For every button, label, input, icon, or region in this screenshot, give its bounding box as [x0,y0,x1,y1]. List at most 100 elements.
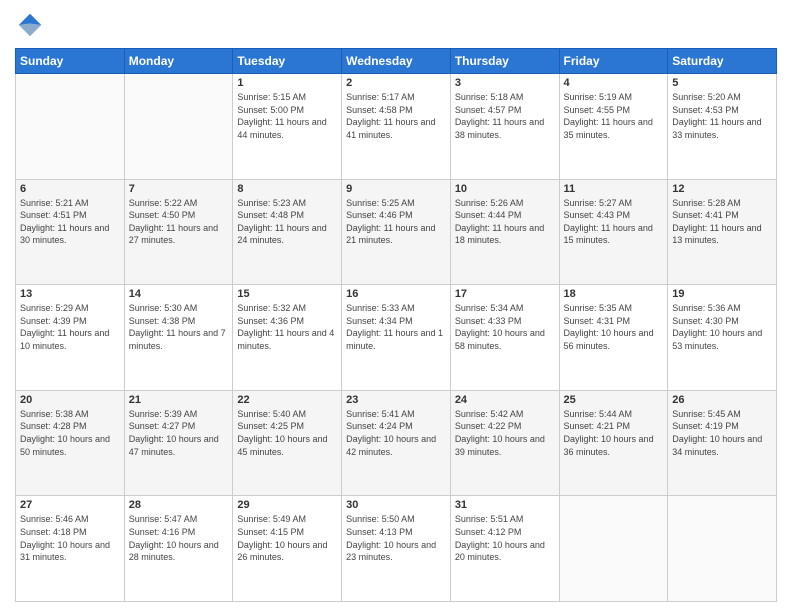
calendar-cell: 23 Sunrise: 5:41 AMSunset: 4:24 PMDayligh… [342,390,451,496]
calendar-cell: 1 Sunrise: 5:15 AMSunset: 5:00 PMDaylight… [233,74,342,180]
day-header-friday: Friday [559,49,668,74]
day-info: Sunrise: 5:46 AMSunset: 4:18 PMDaylight:… [20,513,120,563]
day-number: 11 [564,183,664,195]
day-info: Sunrise: 5:22 AMSunset: 4:50 PMDaylight:… [129,197,229,247]
day-header-wednesday: Wednesday [342,49,451,74]
calendar-cell [124,74,233,180]
day-header-thursday: Thursday [450,49,559,74]
calendar-cell: 10Sunrise: 5:26 AMSunset: 4:44 PMDayligh… [450,179,559,285]
day-info: Sunrise: 5:17 AMSunset: 4:58 PMDaylight:… [346,91,446,141]
calendar-cell: 11 Sunrise: 5:27 AMSunset: 4:43 PMDayligh… [559,179,668,285]
day-number: 6 [20,183,120,195]
day-number: 7 [129,183,229,195]
day-info: Sunrise: 5:40 AMSunset: 4:25 PMDaylight:… [237,408,337,458]
day-number: 9 [346,183,446,195]
calendar-week-4: 20 Sunrise: 5:38 AMSunset: 4:28 PMDayligh… [16,390,777,496]
day-number: 20 [20,394,120,406]
calendar-cell: 24 Sunrise: 5:42 AMSunset: 4:22 PMDayligh… [450,390,559,496]
calendar-cell: 5 Sunrise: 5:20 AMSunset: 4:53 PMDaylight… [668,74,777,180]
calendar-cell: 30 Sunrise: 5:50 AMSunset: 4:13 PMDayligh… [342,496,451,602]
day-number: 8 [237,183,337,195]
calendar-cell [16,74,125,180]
day-header-saturday: Saturday [668,49,777,74]
day-number: 26 [672,394,772,406]
day-info: Sunrise: 5:30 AMSunset: 4:38 PMDaylight:… [129,302,229,352]
calendar-cell: 31 Sunrise: 5:51 AMSunset: 4:12 PMDayligh… [450,496,559,602]
calendar-cell: 9 Sunrise: 5:25 AMSunset: 4:46 PMDaylight… [342,179,451,285]
day-info: Sunrise: 5:25 AMSunset: 4:46 PMDaylight:… [346,197,446,247]
day-number: 22 [237,394,337,406]
day-number: 12 [672,183,772,195]
calendar-cell: 22 Sunrise: 5:40 AMSunset: 4:25 PMDayligh… [233,390,342,496]
calendar-week-1: 1 Sunrise: 5:15 AMSunset: 5:00 PMDaylight… [16,74,777,180]
day-info: Sunrise: 5:35 AMSunset: 4:31 PMDaylight:… [564,302,664,352]
day-info: Sunrise: 5:32 AMSunset: 4:36 PMDaylight:… [237,302,337,352]
calendar-cell [559,496,668,602]
header [15,10,777,40]
day-info: Sunrise: 5:50 AMSunset: 4:13 PMDaylight:… [346,513,446,563]
day-header-tuesday: Tuesday [233,49,342,74]
calendar-cell: 8 Sunrise: 5:23 AMSunset: 4:48 PMDaylight… [233,179,342,285]
day-number: 29 [237,499,337,511]
day-number: 1 [237,77,337,89]
day-number: 23 [346,394,446,406]
calendar-cell: 16Sunrise: 5:33 AMSunset: 4:34 PMDayligh… [342,285,451,391]
day-info: Sunrise: 5:23 AMSunset: 4:48 PMDaylight:… [237,197,337,247]
logo [15,10,49,40]
day-info: Sunrise: 5:15 AMSunset: 5:00 PMDaylight:… [237,91,337,141]
day-number: 27 [20,499,120,511]
day-number: 21 [129,394,229,406]
day-info: Sunrise: 5:51 AMSunset: 4:12 PMDaylight:… [455,513,555,563]
day-info: Sunrise: 5:29 AMSunset: 4:39 PMDaylight:… [20,302,120,352]
day-number: 19 [672,288,772,300]
calendar-cell: 18 Sunrise: 5:35 AMSunset: 4:31 PMDayligh… [559,285,668,391]
day-number: 18 [564,288,664,300]
logo-icon [15,10,45,40]
calendar-table: SundayMondayTuesdayWednesdayThursdayFrid… [15,48,777,602]
day-info: Sunrise: 5:21 AMSunset: 4:51 PMDaylight:… [20,197,120,247]
day-info: Sunrise: 5:19 AMSunset: 4:55 PMDaylight:… [564,91,664,141]
day-info: Sunrise: 5:36 AMSunset: 4:30 PMDaylight:… [672,302,772,352]
day-number: 5 [672,77,772,89]
day-number: 15 [237,288,337,300]
day-info: Sunrise: 5:27 AMSunset: 4:43 PMDaylight:… [564,197,664,247]
day-info: Sunrise: 5:42 AMSunset: 4:22 PMDaylight:… [455,408,555,458]
day-number: 3 [455,77,555,89]
day-number: 25 [564,394,664,406]
day-number: 24 [455,394,555,406]
calendar-cell: 13 Sunrise: 5:29 AMSunset: 4:39 PMDayligh… [16,285,125,391]
day-info: Sunrise: 5:28 AMSunset: 4:41 PMDaylight:… [672,197,772,247]
day-info: Sunrise: 5:49 AMSunset: 4:15 PMDaylight:… [237,513,337,563]
day-info: Sunrise: 5:20 AMSunset: 4:53 PMDaylight:… [672,91,772,141]
calendar-week-2: 6 Sunrise: 5:21 AMSunset: 4:51 PMDaylight… [16,179,777,285]
day-info: Sunrise: 5:26 AMSunset: 4:44 PMDaylight:… [455,197,555,247]
calendar-cell: 2Sunrise: 5:17 AMSunset: 4:58 PMDaylight… [342,74,451,180]
calendar-cell: 7 Sunrise: 5:22 AMSunset: 4:50 PMDaylight… [124,179,233,285]
calendar-cell: 26Sunrise: 5:45 AMSunset: 4:19 PMDayligh… [668,390,777,496]
day-info: Sunrise: 5:38 AMSunset: 4:28 PMDaylight:… [20,408,120,458]
day-header-sunday: Sunday [16,49,125,74]
day-info: Sunrise: 5:39 AMSunset: 4:27 PMDaylight:… [129,408,229,458]
day-info: Sunrise: 5:18 AMSunset: 4:57 PMDaylight:… [455,91,555,141]
day-number: 30 [346,499,446,511]
calendar-cell: 6 Sunrise: 5:21 AMSunset: 4:51 PMDaylight… [16,179,125,285]
day-number: 28 [129,499,229,511]
calendar-cell: 15 Sunrise: 5:32 AMSunset: 4:36 PMDayligh… [233,285,342,391]
day-info: Sunrise: 5:33 AMSunset: 4:34 PMDaylight:… [346,302,446,352]
day-number: 17 [455,288,555,300]
day-number: 4 [564,77,664,89]
calendar-cell: 25 Sunrise: 5:44 AMSunset: 4:21 PMDayligh… [559,390,668,496]
day-number: 13 [20,288,120,300]
calendar-week-5: 27 Sunrise: 5:46 AMSunset: 4:18 PMDayligh… [16,496,777,602]
day-info: Sunrise: 5:44 AMSunset: 4:21 PMDaylight:… [564,408,664,458]
day-info: Sunrise: 5:47 AMSunset: 4:16 PMDaylight:… [129,513,229,563]
calendar-cell: 14Sunrise: 5:30 AMSunset: 4:38 PMDayligh… [124,285,233,391]
calendar-cell: 28 Sunrise: 5:47 AMSunset: 4:16 PMDayligh… [124,496,233,602]
calendar-cell: 12 Sunrise: 5:28 AMSunset: 4:41 PMDayligh… [668,179,777,285]
day-number: 31 [455,499,555,511]
calendar-cell: 19 Sunrise: 5:36 AMSunset: 4:30 PMDayligh… [668,285,777,391]
calendar-cell: 3 Sunrise: 5:18 AMSunset: 4:57 PMDaylight… [450,74,559,180]
calendar-cell: 20 Sunrise: 5:38 AMSunset: 4:28 PMDayligh… [16,390,125,496]
calendar-header-row: SundayMondayTuesdayWednesdayThursdayFrid… [16,49,777,74]
day-info: Sunrise: 5:41 AMSunset: 4:24 PMDaylight:… [346,408,446,458]
